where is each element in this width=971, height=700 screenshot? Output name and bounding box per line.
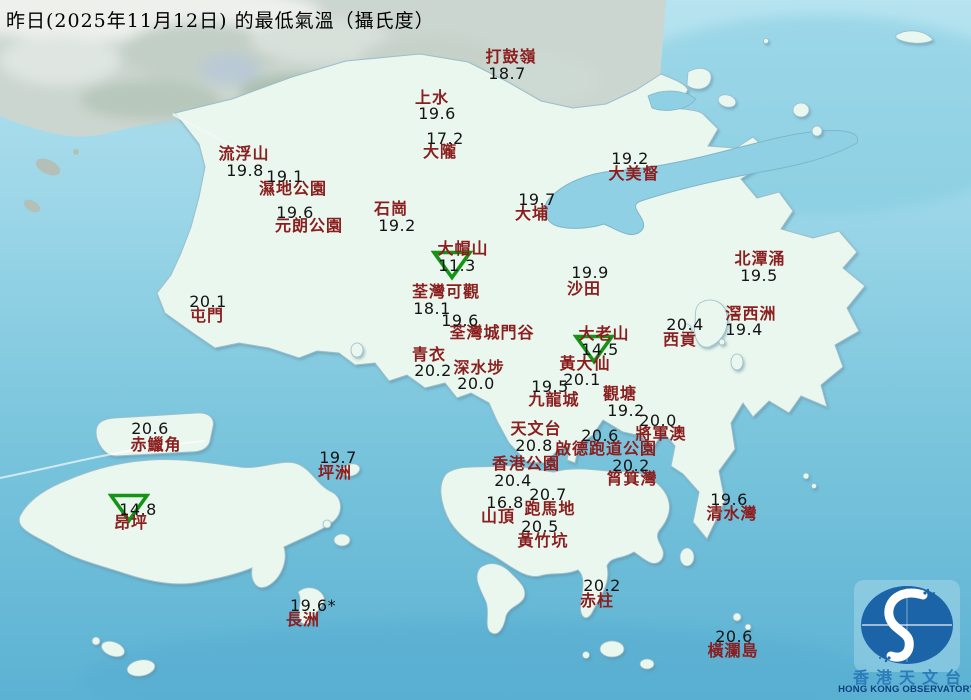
station-value: 20.5 — [521, 517, 559, 536]
station-name: 西貢 — [662, 330, 698, 349]
station-name: 香港公園 — [491, 454, 561, 473]
station-value: 19.9 — [571, 263, 609, 282]
station-name: 觀塘 — [602, 384, 638, 403]
station-value: 19.6 — [418, 104, 456, 123]
station-value: 20.6 — [715, 627, 753, 646]
station-value: 19.7 — [518, 190, 556, 209]
station-value: 17.2 — [426, 129, 464, 148]
station-value: 11.3 — [438, 256, 476, 275]
station-value: 16.8 — [486, 493, 524, 512]
station-value: 19.5 — [740, 266, 778, 285]
station-name: 坪洲 — [317, 463, 353, 482]
station-value: 19.2 — [378, 216, 416, 235]
station-value: 20.7 — [529, 485, 567, 504]
station-value: 14.8 — [119, 500, 157, 519]
page-title: 昨日(2025年11月12日) 的最低氣溫（攝氏度） — [6, 10, 435, 32]
station-value: 20.8 — [515, 436, 553, 455]
hko-logo-icon — [861, 586, 953, 664]
station-value: 19.5 — [531, 377, 569, 396]
station-value: 20.2 — [612, 456, 650, 475]
station-name: 大帽山 — [437, 239, 489, 258]
station-name: 大美督 — [608, 164, 660, 183]
station-name: 赤柱 — [579, 591, 615, 610]
station-value: 20.0 — [639, 411, 677, 430]
station-name: 石崗 — [373, 199, 409, 218]
station-value: 20.2 — [414, 361, 452, 380]
station-value: 19.1 — [266, 167, 304, 186]
station-value: 19.6 — [276, 203, 314, 222]
station-name: 赤鱲角 — [130, 435, 182, 454]
station-value: 20.1 — [189, 292, 227, 311]
station-value: 19.6 — [710, 490, 748, 509]
station-name: 沙田 — [566, 279, 602, 298]
station-value: 20.6 — [581, 426, 619, 445]
station-value: 20.2 — [583, 576, 621, 595]
station-value: 19.6* — [289, 596, 337, 615]
station-name: 荃灣可觀 — [411, 282, 481, 301]
station-name: 打鼓嶺 — [485, 47, 537, 66]
station-value: 19.4 — [725, 320, 763, 339]
station-value: 20.4 — [666, 315, 704, 334]
hko-logo-english-name: HONG KONG OBSERVATORY — [838, 684, 971, 695]
station-value: 20.4 — [494, 471, 532, 490]
hong-kong-map — [0, 0, 971, 700]
station-value: 19.2 — [611, 149, 649, 168]
station-name: 天文台 — [510, 419, 562, 438]
station-name: 流浮山 — [218, 144, 270, 163]
station-value: 19.6 — [441, 311, 479, 330]
station-value: 20.6 — [131, 419, 169, 438]
station-value: 19.8 — [226, 161, 264, 180]
station-value: 18.7 — [488, 64, 526, 83]
station-value: 20.1 — [563, 370, 601, 389]
station-name: 北潭涌 — [734, 249, 786, 268]
min-temperature-map-page: 昨日(2025年11月12日) 的最低氣溫（攝氏度） 打鼓嶺 18.7 上水 19.6… — [0, 0, 971, 700]
hko-logo: 香港天文台 HONG KONG OBSERVATORY — [838, 580, 971, 698]
station-value: 20.0 — [457, 374, 495, 393]
station-value: 19.7 — [319, 448, 357, 467]
